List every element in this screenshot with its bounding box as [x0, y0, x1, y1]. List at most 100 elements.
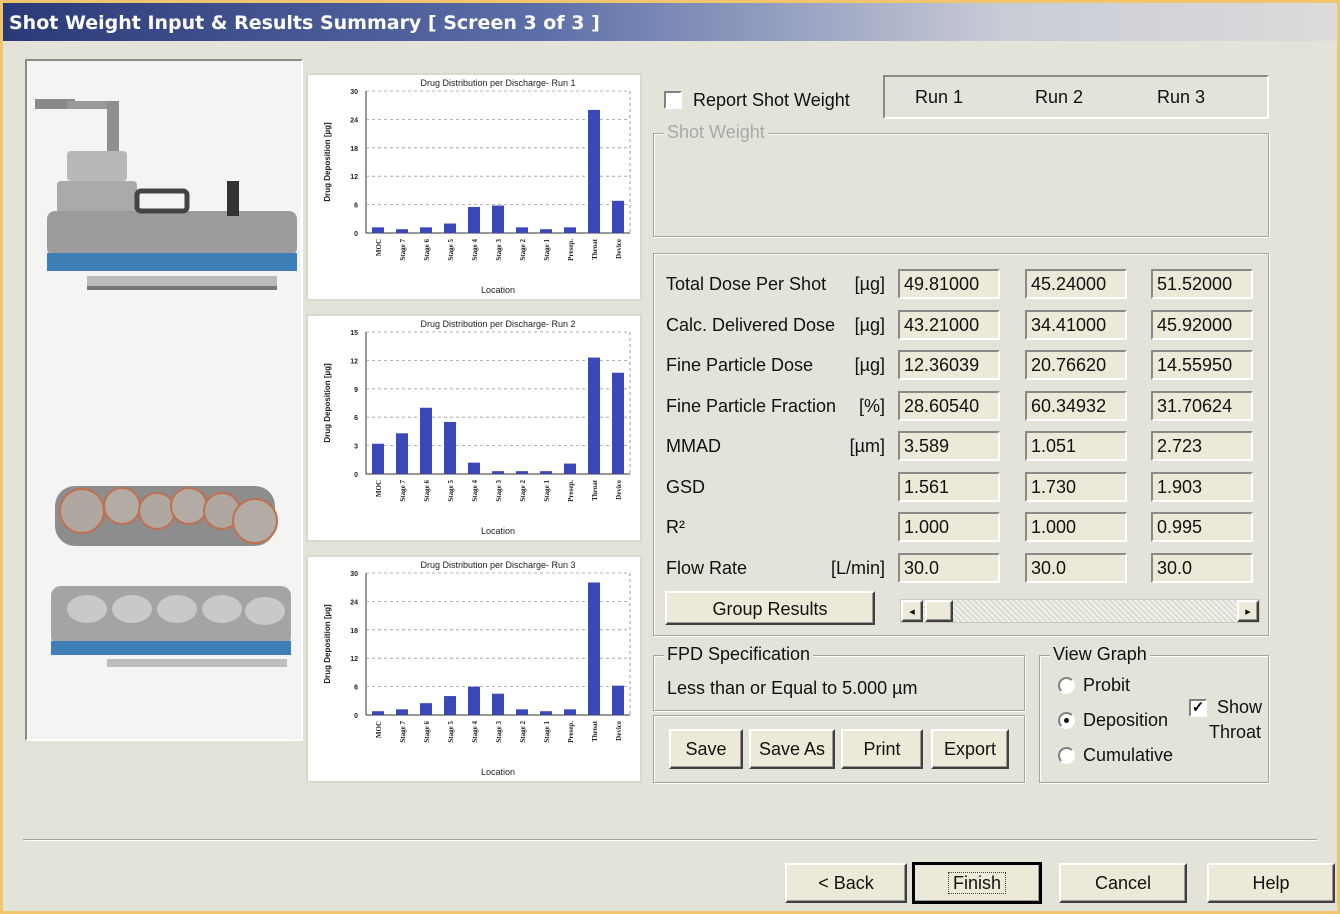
x-axis-label: Location	[481, 526, 515, 536]
x-tick-label: Stage 2	[519, 480, 527, 502]
run-header: Run 1 Run 2 Run 3	[883, 75, 1269, 119]
result-value-run-1: 28.60540	[898, 390, 1000, 421]
result-value-run-2: 30.0	[1025, 552, 1127, 583]
bar-throat	[588, 357, 600, 474]
x-tick-label: Stage 6	[423, 721, 431, 743]
bar-stage-6	[420, 407, 432, 474]
result-value-run-1: 30.0	[898, 552, 1000, 583]
show-throat-checkbox[interactable]: ✓	[1189, 699, 1207, 717]
bar-presep-	[564, 709, 576, 715]
chart-run-2-svg: Drug Distribution per Discharge- Run 2 0 3…	[323, 319, 631, 536]
report-shot-weight-checkbox[interactable]	[664, 91, 682, 109]
x-tick-label: Stage 6	[423, 239, 431, 261]
scroll-thumb[interactable]	[925, 600, 953, 622]
result-label: Flow Rate	[666, 557, 748, 578]
cancel-button-label: Cancel	[1094, 873, 1152, 893]
x-axis-label: Location	[481, 767, 515, 777]
run-2-header: Run 2	[1035, 87, 1084, 107]
result-unit: [L/min]	[830, 557, 885, 578]
x-tick-label: Stage 1	[543, 480, 551, 502]
x-tick-label: Stage 3	[495, 239, 503, 261]
result-value-run-3: 30.0	[1151, 552, 1253, 583]
y-tick-label: 15	[350, 330, 358, 337]
cancel-button[interactable]: Cancel	[1059, 863, 1187, 903]
result-value-run-3: 1.903	[1151, 471, 1253, 502]
save-button[interactable]: Save	[669, 729, 743, 769]
save-button-label: Save	[685, 739, 727, 759]
fpd-spec-text: Less than or Equal to 5.000 µm	[667, 678, 918, 698]
bar-device	[612, 372, 624, 474]
scroll-right-button[interactable]: ▸	[1237, 600, 1259, 622]
y-tick-label: 6	[354, 685, 358, 692]
chart-title: Drug Distribution per Discharge- Run 3	[420, 560, 575, 570]
result-label: Total Dose Per Shot	[666, 274, 827, 294]
y-tick-label: 0	[354, 472, 358, 479]
result-value-run-1: 3.589	[898, 431, 1000, 461]
result-value-run-3: 45.92000	[1151, 309, 1253, 340]
bar-stage-1	[540, 711, 552, 715]
result-value-run-2: 1.730	[1025, 471, 1127, 502]
x-tick-label: Device	[615, 239, 623, 259]
x-tick-label: Stage 4	[471, 721, 479, 743]
bar-stage-3	[492, 471, 504, 474]
export-button[interactable]: Export	[931, 729, 1009, 769]
fpd-spec-label: FPD Specification	[664, 644, 814, 665]
bar-stage-2	[516, 709, 528, 715]
x-tick-label: Throat	[591, 238, 599, 260]
probit-radio[interactable]	[1058, 677, 1075, 694]
x-tick-label: Stage 4	[471, 480, 479, 502]
save-as-button-label: Save As	[758, 739, 826, 759]
chart-run-3-svg: Drug Distribution per Discharge- Run 3 0 6…	[323, 560, 631, 777]
back-button-label: < Back	[818, 873, 874, 893]
bar-stage-6	[420, 227, 432, 233]
group-results-button[interactable]: Group Results	[665, 591, 875, 625]
y-tick-label: 24	[350, 599, 358, 606]
title-bar: Shot Weight Input & Results Summary [ Sc…	[3, 3, 1337, 41]
deposition-radio[interactable]	[1058, 712, 1075, 729]
bar-stage-7	[396, 433, 408, 474]
shot-weight-group-label: Shot Weight	[664, 122, 768, 143]
result-value-run-2: 1.000	[1025, 512, 1127, 542]
run-3-header: Run 3	[1157, 87, 1206, 107]
print-button-label: Print	[863, 739, 901, 759]
bar-device	[612, 685, 624, 715]
x-tick-label: Stage 5	[447, 721, 455, 743]
save-as-button[interactable]: Save As	[749, 729, 835, 769]
bar-presep-	[564, 463, 576, 474]
result-value-run-2: 1.051	[1025, 431, 1127, 461]
cumulative-radio[interactable]	[1058, 747, 1075, 764]
print-button[interactable]: Print	[841, 729, 923, 769]
footer-separator	[23, 839, 1317, 841]
probit-label: Probit	[1083, 675, 1131, 695]
y-tick-label: 0	[354, 713, 358, 720]
bar-stage-5	[444, 696, 456, 715]
x-tick-label: Stage 5	[447, 480, 455, 502]
result-unit: [µg]	[854, 274, 885, 294]
x-tick-label: Stage 1	[543, 721, 551, 743]
bar-stage-5	[444, 421, 456, 474]
bar-device	[612, 200, 624, 233]
scroll-left-button[interactable]: ◂	[901, 600, 923, 622]
results-horizontal-scrollbar[interactable]: ◂ ▸	[900, 599, 1260, 623]
y-tick-label: 30	[350, 89, 358, 96]
result-value-run-3: 51.52000	[1151, 269, 1253, 299]
group-results-button-label: Group Results	[712, 599, 828, 619]
result-unit: [µg]	[854, 355, 885, 375]
chart-run-3: Drug Distribution per Discharge- Run 3 0 6…	[306, 555, 642, 783]
bar-stage-4	[468, 206, 480, 233]
chart-run-1: Drug Distribution per Discharge- Run 1 0 6…	[306, 73, 642, 301]
x-tick-label: MOC	[375, 239, 383, 256]
back-button[interactable]: < Back	[785, 863, 907, 903]
x-tick-label: Device	[615, 721, 623, 741]
bar-stage-7	[396, 709, 408, 715]
x-tick-label: Presep.	[567, 239, 575, 261]
result-label: Fine Particle Fraction	[666, 395, 837, 416]
finish-button[interactable]: Finish	[912, 862, 1042, 904]
x-tick-label: Device	[615, 480, 623, 500]
help-button[interactable]: Help	[1207, 863, 1335, 903]
result-label: Calc. Delivered Dose	[666, 314, 836, 335]
x-tick-label: Stage 4	[471, 239, 479, 261]
y-tick-label: 18	[350, 146, 358, 153]
show-throat-label-line1: Show	[1217, 697, 1263, 717]
chart-run-1-svg: Drug Distribution per Discharge- Run 1 0 6…	[323, 78, 631, 295]
